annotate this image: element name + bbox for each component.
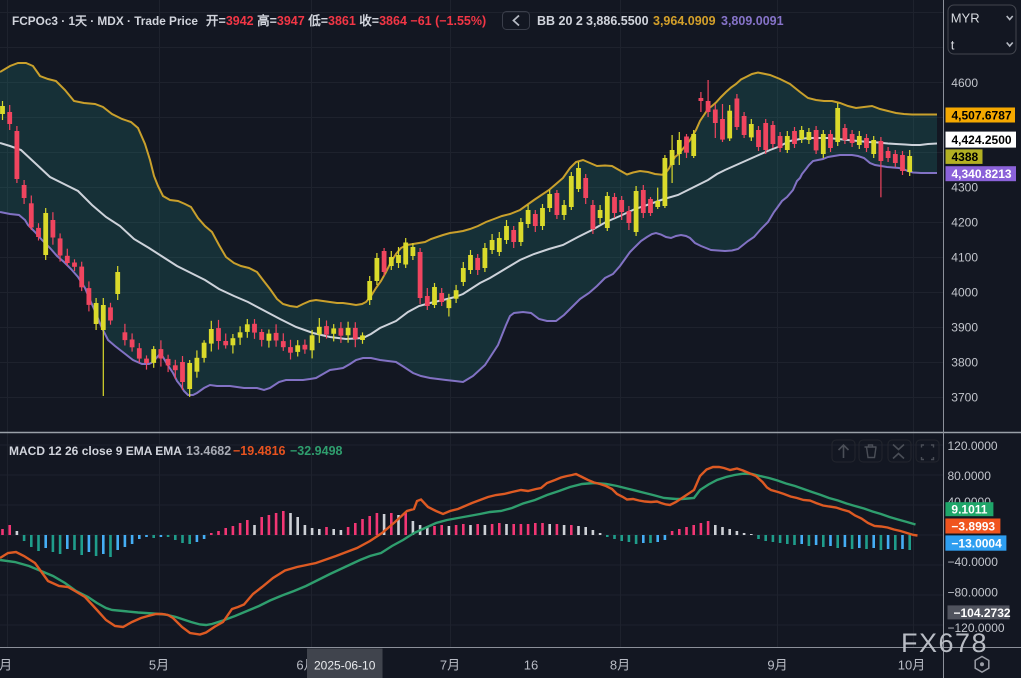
svg-text:4月: 4月: [0, 658, 12, 673]
svg-text:7月: 7月: [440, 658, 460, 673]
svg-text:4100: 4100: [951, 250, 978, 264]
svg-text:16: 16: [524, 658, 538, 673]
svg-text:−13.0004: −13.0004: [951, 536, 1002, 550]
svg-text:4200: 4200: [951, 215, 978, 229]
svg-text:−3.8993: −3.8993: [951, 519, 995, 533]
svg-text:13.4682: 13.4682: [186, 444, 231, 458]
svg-text:4300: 4300: [951, 180, 978, 194]
svg-text:2025-06-10: 2025-06-10: [314, 659, 376, 673]
svg-text:80.0000: 80.0000: [948, 469, 992, 483]
svg-text:3,886.5500: 3,886.5500: [586, 14, 649, 28]
svg-text:3800: 3800: [951, 355, 978, 369]
svg-text:4600: 4600: [951, 76, 978, 90]
svg-text:BB 20 2: BB 20 2: [537, 14, 583, 28]
svg-text:3900: 3900: [951, 320, 978, 334]
svg-text:8月: 8月: [610, 658, 630, 673]
svg-text:−104.2732: −104.2732: [954, 606, 1011, 620]
svg-text:t: t: [951, 38, 955, 53]
svg-text:5月: 5月: [149, 658, 169, 673]
svg-text:3700: 3700: [951, 390, 978, 404]
svg-text:FX678: FX678: [901, 628, 988, 658]
svg-text:−40.0000: −40.0000: [948, 555, 999, 569]
svg-text:MACD 12 26 close 9 EMA EMA: MACD 12 26 close 9 EMA EMA: [9, 444, 182, 458]
svg-text:−32.9498: −32.9498: [290, 444, 343, 458]
svg-text:120.0000: 120.0000: [948, 439, 998, 453]
svg-text:4,424.2500: 4,424.2500: [952, 133, 1012, 147]
svg-text:FCPOc3 · 1天 · MDX · Trade Pric: FCPOc3 · 1天 · MDX · Trade Price: [12, 14, 198, 28]
svg-text:10月: 10月: [898, 658, 925, 673]
svg-text:−80.0000: −80.0000: [948, 585, 999, 599]
svg-text:−19.4816: −19.4816: [233, 444, 286, 458]
svg-text:4,340.8213: 4,340.8213: [952, 167, 1012, 181]
svg-text:4000: 4000: [951, 285, 978, 299]
svg-text:4388: 4388: [952, 150, 979, 164]
svg-text:4,507.6787: 4,507.6787: [952, 108, 1012, 122]
svg-text:开=3942 高=3947 低=3861 收=3864 −6: 开=3942 高=3947 低=3861 收=3864 −61 (−1.55%): [206, 13, 486, 28]
svg-text:9.1011: 9.1011: [951, 503, 987, 517]
svg-text:MYR: MYR: [951, 10, 980, 25]
svg-text:3,809.0091: 3,809.0091: [721, 14, 784, 28]
svg-text:9月: 9月: [767, 658, 787, 673]
svg-text:3,964.0909: 3,964.0909: [653, 14, 716, 28]
